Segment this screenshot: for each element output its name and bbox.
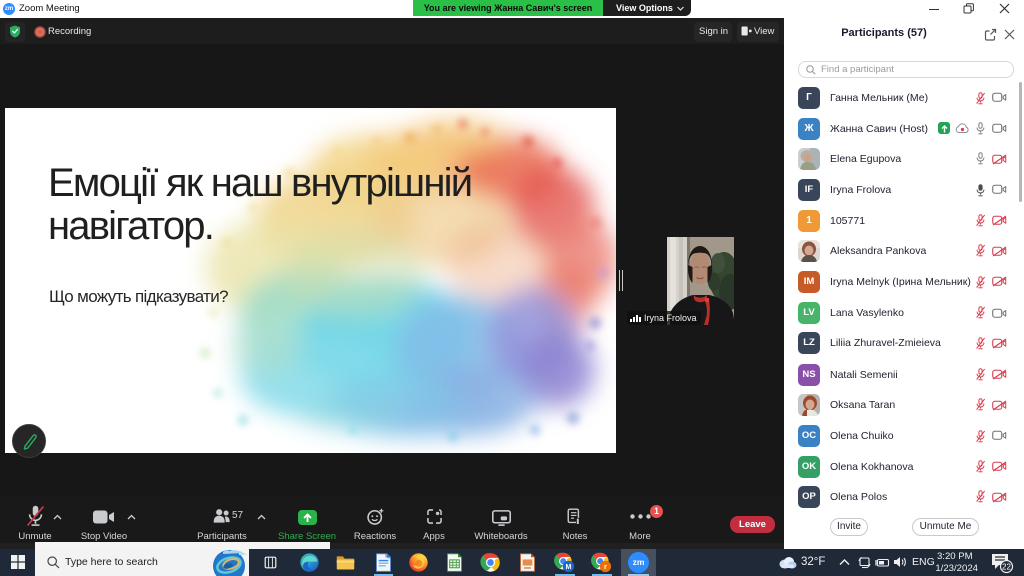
svg-text:r: r bbox=[604, 562, 607, 571]
svg-text:M: M bbox=[566, 564, 572, 571]
svg-text:22: 22 bbox=[1002, 563, 1011, 572]
